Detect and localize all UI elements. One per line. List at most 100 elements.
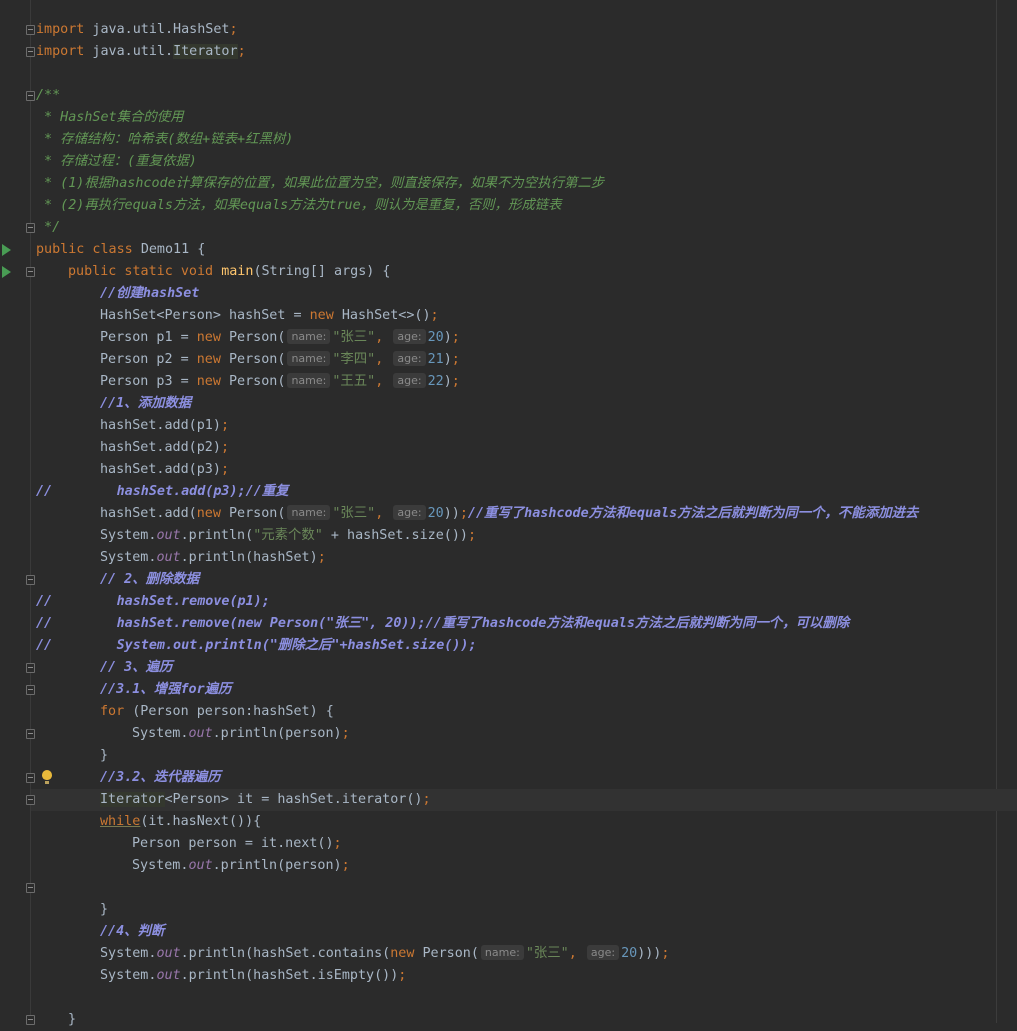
code-line[interactable]: System.out.println("元素个数" + hashSet.size… (0, 525, 1017, 547)
code-line[interactable]: Person p2 = new Person(name: "李四", age: 21… (0, 349, 1017, 371)
code-line[interactable]: hashSet.add(p1); (0, 415, 1017, 437)
code-line[interactable]: import java.util.HashSet; (0, 19, 1017, 41)
code-line[interactable]: } (0, 745, 1017, 767)
fold-icon[interactable] (26, 91, 35, 101)
parameter-hint: age: (393, 351, 426, 366)
code-line[interactable]: //1、添加数据 (0, 393, 1017, 415)
code-line[interactable]: Person person = it.next(); (0, 833, 1017, 855)
fold-icon[interactable] (26, 795, 35, 805)
code-line[interactable]: System.out.println(hashSet.isEmpty()); (0, 965, 1017, 987)
code-token: // 3、遍历 (100, 660, 173, 675)
code-text: Person p3 = new Person(name: "王五", age: 22… (100, 371, 460, 393)
fold-icon[interactable] (26, 25, 35, 35)
code-line[interactable]: } (0, 1009, 1017, 1031)
code-line[interactable]: // System.out.println("删除之后"+hashSet.siz… (0, 635, 1017, 657)
code-line[interactable]: hashSet.add(p2); (0, 437, 1017, 459)
fold-icon[interactable] (26, 685, 35, 695)
code-text: // hashSet.remove(p1); (36, 591, 270, 613)
fold-icon[interactable] (26, 663, 35, 673)
code-text: //创建hashSet (100, 283, 199, 305)
code-line[interactable]: import java.util.Iterator; (0, 41, 1017, 63)
code-line[interactable]: * (2)再执行equals方法，如果equals方法为true，则认为是重复，… (0, 195, 1017, 217)
fold-icon[interactable] (26, 729, 35, 739)
code-line[interactable]: // hashSet.remove(p1); (0, 591, 1017, 613)
code-line[interactable]: HashSet<Person> hashSet = new HashSet<>(… (0, 305, 1017, 327)
code-text: Person p2 = new Person(name: "李四", age: 21… (100, 349, 460, 371)
run-icon[interactable] (2, 244, 11, 256)
code-line[interactable]: //创建hashSet (0, 283, 1017, 305)
fold-icon[interactable] (26, 883, 35, 893)
code-token: out (156, 528, 181, 543)
code-line[interactable]: Iterator<Person> it = hashSet.iterator()… (0, 789, 1017, 811)
code-token: HashSet<Person> hashSet = (100, 308, 310, 323)
code-line[interactable]: * HashSet集合的使用 (0, 107, 1017, 129)
fold-icon[interactable] (26, 47, 35, 57)
code-line[interactable]: * 存储结构：哈希表(数组+链表+红黑树) (0, 129, 1017, 151)
code-text: HashSet<Person> hashSet = new HashSet<>(… (100, 305, 439, 327)
code-line[interactable]: * (1)根据hashcode计算保存的位置，如果此位置为空，则直接保存，如果不… (0, 173, 1017, 195)
fold-icon[interactable] (26, 223, 35, 233)
code-token: ; (451, 352, 460, 367)
code-line[interactable]: */ (0, 217, 1017, 239)
fold-icon[interactable] (26, 1015, 35, 1025)
code-token: HashSet<>() (341, 308, 431, 323)
code-line[interactable] (0, 63, 1017, 85)
code-line[interactable]: //3.2、迭代器遍历 (0, 767, 1017, 789)
fold-icon[interactable] (26, 267, 35, 277)
code-token: ; (220, 440, 229, 455)
code-token: .println(person) (212, 858, 342, 873)
code-token: public static void (68, 264, 222, 279)
code-token: ; (341, 726, 350, 741)
code-line[interactable]: } (0, 899, 1017, 921)
fold-icon[interactable] (26, 575, 35, 585)
code-line[interactable]: // hashSet.remove(new Person("张三", 20));… (0, 613, 1017, 635)
code-token: "张三" (332, 506, 376, 521)
code-editor[interactable]: import java.util.HashSet; import java.uti… (0, 19, 1017, 1031)
code-line[interactable]: hashSet.add(p3); (0, 459, 1017, 481)
code-line[interactable]: public class Demo11 { (0, 239, 1017, 261)
code-text: hashSet.add(p1); (100, 415, 229, 437)
code-line[interactable]: // 3、遍历 (0, 657, 1017, 679)
code-token: System. (100, 550, 157, 565)
code-line[interactable]: //3.1、增强for遍历 (0, 679, 1017, 701)
parameter-hint: name: (287, 329, 331, 344)
code-line[interactable]: System.out.println(person); (0, 855, 1017, 877)
fold-icon[interactable] (26, 773, 35, 783)
code-token: ; (451, 330, 460, 345)
code-text: } (100, 745, 108, 767)
code-line[interactable]: /** (0, 85, 1017, 107)
code-token: , (375, 330, 392, 345)
code-line[interactable]: Person p3 = new Person(name: "王五", age: 22… (0, 371, 1017, 393)
code-line[interactable]: hashSet.add(new Person(name: "张三", age: 20… (0, 503, 1017, 525)
code-line[interactable]: System.out.println(hashSet); (0, 547, 1017, 569)
code-text: // hashSet.remove(new Person("张三", 20));… (36, 613, 849, 635)
code-token: * HashSet集合的使用 (36, 110, 184, 125)
code-line[interactable]: // 2、删除数据 (0, 569, 1017, 591)
code-token: out (188, 858, 213, 873)
code-line[interactable] (0, 877, 1017, 899)
code-token: public class (36, 242, 141, 257)
code-text: System.out.println("元素个数" + hashSet.size… (100, 525, 476, 547)
code-line[interactable]: while(it.hasNext()){ (0, 811, 1017, 833)
code-line[interactable]: System.out.println(hashSet.contains(new … (0, 943, 1017, 965)
code-token: * (2)再执行equals方法，如果equals方法为true，则认为是重复，… (36, 198, 562, 213)
code-token: //创建hashSet (100, 286, 200, 301)
code-token: (it.hasNext()){ (140, 814, 262, 829)
code-token: hashSet.add(p3) (100, 462, 221, 477)
code-line[interactable]: for (Person person:hashSet) { (0, 701, 1017, 723)
code-token: System. (100, 528, 157, 543)
code-text: System.out.println(hashSet.isEmpty()); (100, 965, 406, 987)
code-line[interactable]: Person p1 = new Person(name: "张三", age: 20… (0, 327, 1017, 349)
code-line[interactable]: System.out.println(person); (0, 723, 1017, 745)
code-token: Iterator (100, 792, 165, 807)
code-line[interactable]: // hashSet.add(p3);//重复 (0, 481, 1017, 503)
code-line[interactable]: //4、判断 (0, 921, 1017, 943)
code-line[interactable] (0, 987, 1017, 1009)
code-token: import (36, 22, 85, 37)
lightbulb-icon[interactable] (42, 770, 52, 784)
run-icon[interactable] (2, 266, 11, 278)
code-line[interactable]: public static void main(String[] args) { (0, 261, 1017, 283)
parameter-hint: age: (393, 329, 426, 344)
code-text: /** (36, 85, 60, 107)
code-line[interactable]: * 存储过程：(重复依据) (0, 151, 1017, 173)
